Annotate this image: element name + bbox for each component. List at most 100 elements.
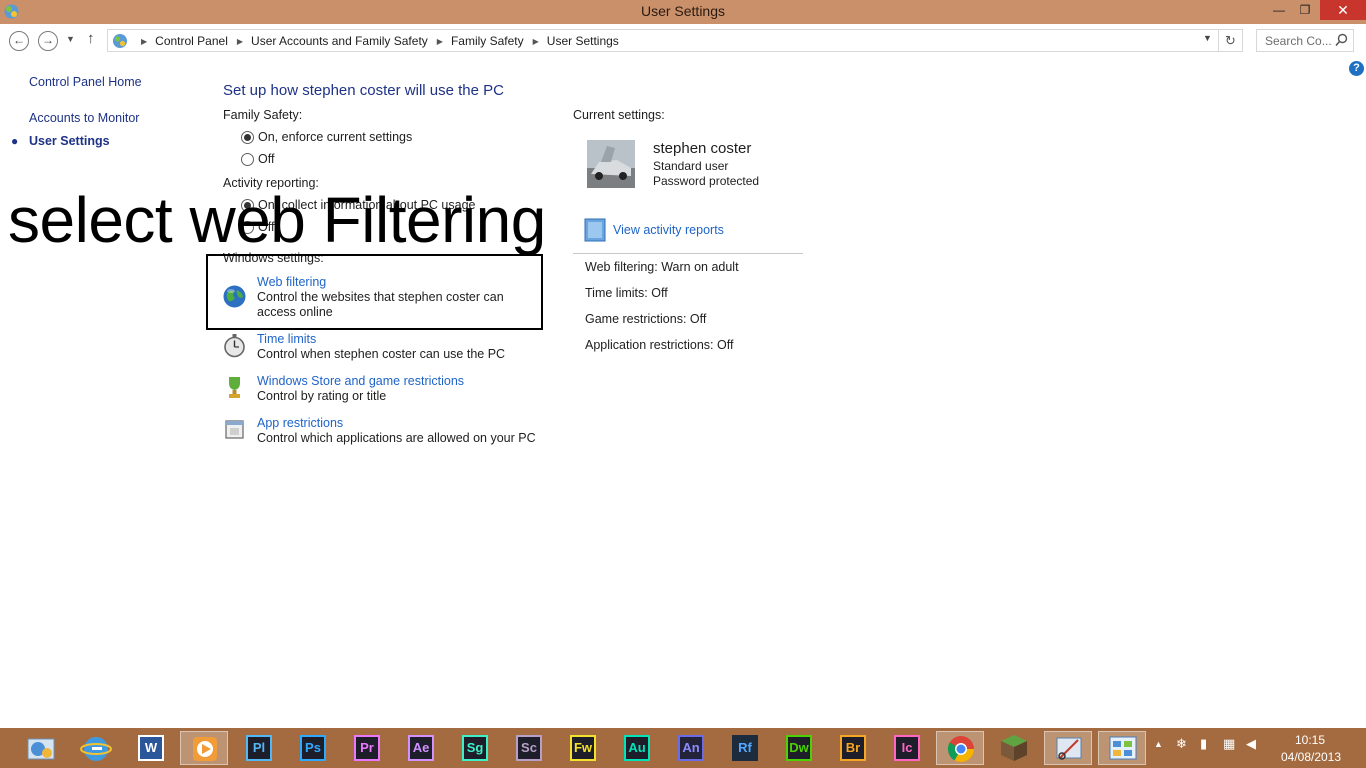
control-panel-icon: [27, 738, 55, 760]
control-panel-window-icon: [1109, 736, 1137, 760]
tutorial-caption: select web Filtering: [8, 184, 546, 256]
taskbar-snipping-tool[interactable]: [1044, 731, 1092, 765]
forward-button[interactable]: →: [38, 31, 58, 51]
battery-icon[interactable]: ▮: [1200, 736, 1207, 752]
volume-icon[interactable]: ◀: [1246, 736, 1256, 752]
highlight-box: [206, 254, 543, 330]
chevron-down-icon: ▼: [1203, 33, 1212, 43]
taskbar-premiere[interactable]: Pr: [342, 731, 390, 765]
app-restrictions-description: Control which applications are allowed o…: [257, 431, 536, 445]
navigation-bar: ← → ▼ ↑ ▶ Control Panel ▶ User Accounts and…: [0, 24, 1366, 58]
address-history-button[interactable]: ▼: [1203, 33, 1212, 43]
user-avatar: [587, 140, 635, 188]
speedgrade-icon: Sg: [462, 735, 488, 761]
breadcrumb-user-settings[interactable]: User Settings: [547, 34, 619, 48]
incopy-icon: Ic: [894, 735, 920, 761]
up-button[interactable]: ↑: [87, 30, 95, 47]
taskbar-reflow[interactable]: Rf: [720, 731, 768, 765]
search-input[interactable]: Search Co...: [1256, 29, 1354, 52]
taskbar-incopy[interactable]: Ic: [882, 731, 930, 765]
animate-icon: An: [678, 735, 704, 761]
breadcrumb-separator-icon[interactable]: ▶: [437, 37, 443, 46]
recent-locations-button[interactable]: ▼: [66, 34, 75, 44]
breadcrumb-separator-icon[interactable]: ▶: [237, 37, 243, 46]
prelude-icon: Pl: [246, 735, 272, 761]
network-icon[interactable]: ▦: [1223, 736, 1235, 752]
summary-web-filtering: Web filtering: Warn on adult: [585, 260, 739, 274]
taskbar-bridge[interactable]: Br: [828, 731, 876, 765]
scout-icon: Sc: [516, 735, 542, 761]
taskbar-control-panel[interactable]: [18, 731, 66, 765]
family-safety-off-radio[interactable]: [241, 153, 254, 166]
breadcrumb-user-accounts[interactable]: User Accounts and Family Safety: [251, 34, 428, 48]
app-window-icon: [225, 420, 244, 439]
taskbar-after-effects[interactable]: Ae: [396, 731, 444, 765]
chrome-icon: [947, 736, 975, 763]
control-panel-home-link[interactable]: Control Panel Home: [29, 75, 142, 89]
summary-game-restrictions: Game restrictions: Off: [585, 312, 707, 326]
store-game-restrictions-link[interactable]: Windows Store and game restrictions: [257, 374, 464, 388]
taskbar-control-panel-window[interactable]: [1098, 731, 1146, 765]
arrow-left-icon: ←: [13, 33, 25, 47]
close-button[interactable]: ✕: [1320, 0, 1366, 20]
snipping-tool-icon: [1056, 737, 1082, 760]
user-settings-link[interactable]: User Settings: [29, 134, 110, 148]
breadcrumb: ▶ Control Panel ▶ User Accounts and Family …: [132, 34, 619, 48]
clock-time[interactable]: 10:15: [1280, 733, 1340, 747]
maximize-button[interactable]: ❐: [1292, 0, 1318, 20]
breadcrumb-separator-icon[interactable]: ▶: [533, 37, 539, 46]
taskbar-speedgrade[interactable]: Sg: [450, 731, 498, 765]
ie-icon: [80, 737, 112, 761]
divider: [573, 253, 803, 254]
accounts-to-monitor-link[interactable]: Accounts to Monitor: [29, 111, 139, 125]
family-safety-on-radio[interactable]: [241, 131, 254, 144]
time-limits-description: Control when stephen coster can use the …: [257, 347, 506, 361]
breadcrumb-family-safety[interactable]: Family Safety: [451, 34, 524, 48]
family-safety-on-label[interactable]: On, enforce current settings: [258, 130, 412, 144]
time-limits-link[interactable]: Time limits: [257, 332, 316, 346]
audition-icon: Au: [624, 735, 650, 761]
refresh-button[interactable]: ↻: [1219, 29, 1243, 52]
back-button[interactable]: ←: [9, 31, 29, 51]
dreamweaver-icon: Dw: [786, 735, 812, 761]
taskbar-scout[interactable]: Sc: [504, 731, 552, 765]
breadcrumb-control-panel[interactable]: Control Panel: [155, 34, 228, 48]
after-effects-icon: Ae: [408, 735, 434, 761]
taskbar-audition[interactable]: Au: [612, 731, 660, 765]
taskbar-animate[interactable]: An: [666, 731, 714, 765]
taskbar-internet-explorer[interactable]: [72, 731, 120, 765]
taskbar-fireworks[interactable]: Fw: [558, 731, 606, 765]
title-bar[interactable]: User Settings — ❐ ✕: [0, 0, 1366, 24]
summary-time-limits: Time limits: Off: [585, 286, 668, 300]
taskbar-word[interactable]: W: [126, 731, 174, 765]
show-hidden-icons-icon[interactable]: ▲: [1154, 739, 1163, 749]
user-type: Standard user: [653, 159, 729, 173]
help-icon: ?: [1353, 62, 1360, 74]
window-title: User Settings: [640, 3, 726, 19]
family-safety-off-label[interactable]: Off: [258, 152, 274, 166]
view-activity-reports-link[interactable]: View activity reports: [613, 223, 724, 237]
word-icon: W: [138, 735, 164, 761]
grass-block-icon: [1001, 735, 1027, 761]
taskbar-dreamweaver[interactable]: Dw: [774, 731, 822, 765]
family-safety-label: Family Safety:: [223, 108, 303, 122]
taskbar-minecraft[interactable]: [990, 731, 1038, 765]
snowflake-icon[interactable]: ❄: [1176, 736, 1187, 752]
summary-application-restrictions: Application restrictions: Off: [585, 338, 734, 352]
address-bar[interactable]: ▶ Control Panel ▶ User Accounts and Family …: [107, 29, 1219, 52]
taskbar-media-player[interactable]: [180, 731, 228, 765]
taskbar-chrome[interactable]: [936, 731, 984, 765]
stopwatch-icon: [224, 334, 245, 358]
help-button[interactable]: ?: [1349, 61, 1364, 76]
photoshop-icon: Ps: [300, 735, 326, 761]
trophy-icon: [229, 377, 240, 398]
clock-date[interactable]: 04/08/2013: [1280, 750, 1342, 764]
activity-report-icon: [584, 218, 606, 242]
store-game-restrictions-description: Control by rating or title: [257, 389, 387, 403]
taskbar-prelude[interactable]: Pl: [234, 731, 282, 765]
breadcrumb-separator-icon: ▶: [141, 37, 148, 46]
taskbar-photoshop[interactable]: Ps: [288, 731, 336, 765]
minimize-button[interactable]: —: [1266, 0, 1292, 20]
app-restrictions-link[interactable]: App restrictions: [257, 416, 343, 430]
media-player-icon: [193, 737, 217, 761]
